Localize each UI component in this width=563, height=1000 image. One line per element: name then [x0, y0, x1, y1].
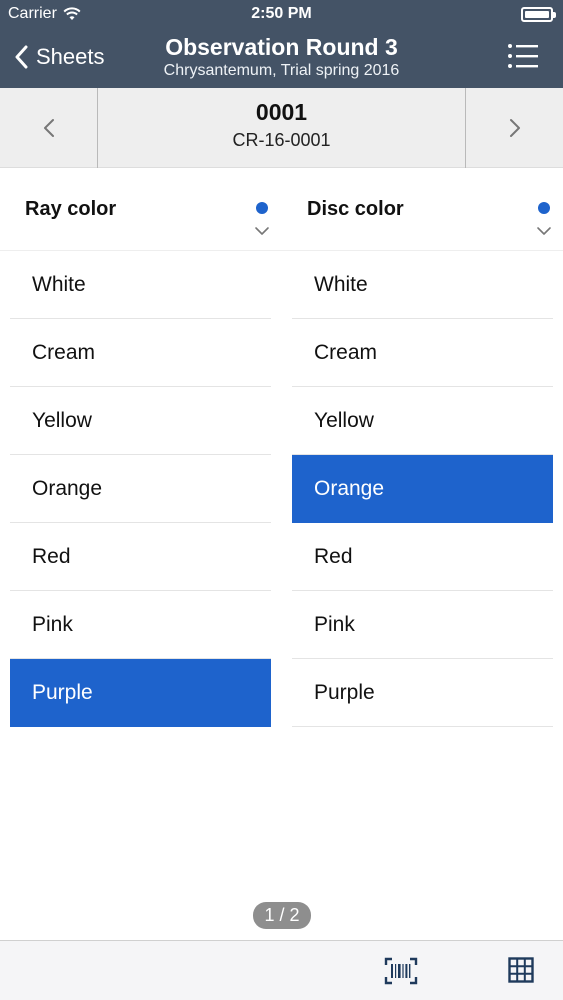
previous-record-button[interactable] [0, 88, 98, 168]
option-item[interactable]: Red [10, 523, 271, 591]
next-record-button[interactable] [465, 88, 563, 168]
column-title: Disc color [307, 198, 404, 220]
option-item[interactable]: Yellow [292, 387, 553, 455]
ray-color-column: Ray color White Cream Yellow Orange Red Pink P… [0, 168, 282, 727]
status-time: 2:50 PM [251, 5, 312, 22]
record-id: 0001 [255, 99, 308, 125]
page-title: Observation Round 3 [165, 34, 398, 60]
option-item[interactable]: Orange [10, 455, 271, 523]
chevron-down-icon[interactable] [536, 226, 552, 236]
status-bar: Carrier 2:50 PM [0, 0, 563, 28]
chevron-left-icon [43, 119, 54, 137]
app-header: Carrier 2:50 PM Sheets Observation Round… [0, 0, 563, 88]
option-list: White Cream Yellow Orange Red Pink Purple [10, 251, 271, 727]
option-item[interactable]: Pink [10, 591, 271, 659]
chevron-down-icon[interactable] [254, 226, 270, 236]
option-item[interactable]: Cream [292, 319, 553, 387]
option-item[interactable]: Yellow [10, 387, 271, 455]
column-header[interactable]: Disc color [282, 168, 563, 251]
record-navigator: 0001 CR-16-0001 [0, 88, 563, 168]
option-item[interactable]: White [292, 251, 553, 319]
option-list: White Cream Yellow Orange Red Pink Purple [292, 251, 553, 727]
grid-icon[interactable] [508, 957, 534, 983]
header-title-group: Observation Round 3 Chrysantemum, Trial … [120, 33, 443, 81]
column-header[interactable]: Ray color [0, 168, 282, 251]
column-title: Ray color [25, 198, 117, 220]
back-button-label: Sheets [36, 44, 105, 69]
record-info: 0001 CR-16-0001 [98, 88, 465, 168]
option-item[interactable]: Cream [10, 319, 271, 387]
option-item[interactable]: Purple [292, 659, 553, 727]
option-item[interactable]: White [10, 251, 271, 319]
option-item[interactable]: Orange [292, 455, 553, 523]
page-indicator: 1 / 2 [253, 902, 311, 929]
battery-icon [521, 7, 556, 22]
list-icon[interactable] [507, 42, 539, 70]
record-code: CR-16-0001 [232, 130, 331, 150]
chevron-right-icon [509, 119, 520, 137]
barcode-scan-icon[interactable] [384, 957, 418, 985]
bottom-toolbar [0, 940, 563, 1000]
status-dot [538, 202, 550, 214]
chevron-left-icon [15, 45, 28, 69]
option-item[interactable]: Red [292, 523, 553, 591]
option-item[interactable]: Pink [292, 591, 553, 659]
page-subtitle: Chrysantemum, Trial spring 2016 [163, 62, 400, 79]
option-item[interactable]: Purple [10, 659, 271, 727]
back-button[interactable]: Sheets [14, 40, 105, 74]
status-dot [256, 202, 268, 214]
disc-color-column: Disc color White Cream Yellow Orange Red Pink… [282, 168, 563, 727]
